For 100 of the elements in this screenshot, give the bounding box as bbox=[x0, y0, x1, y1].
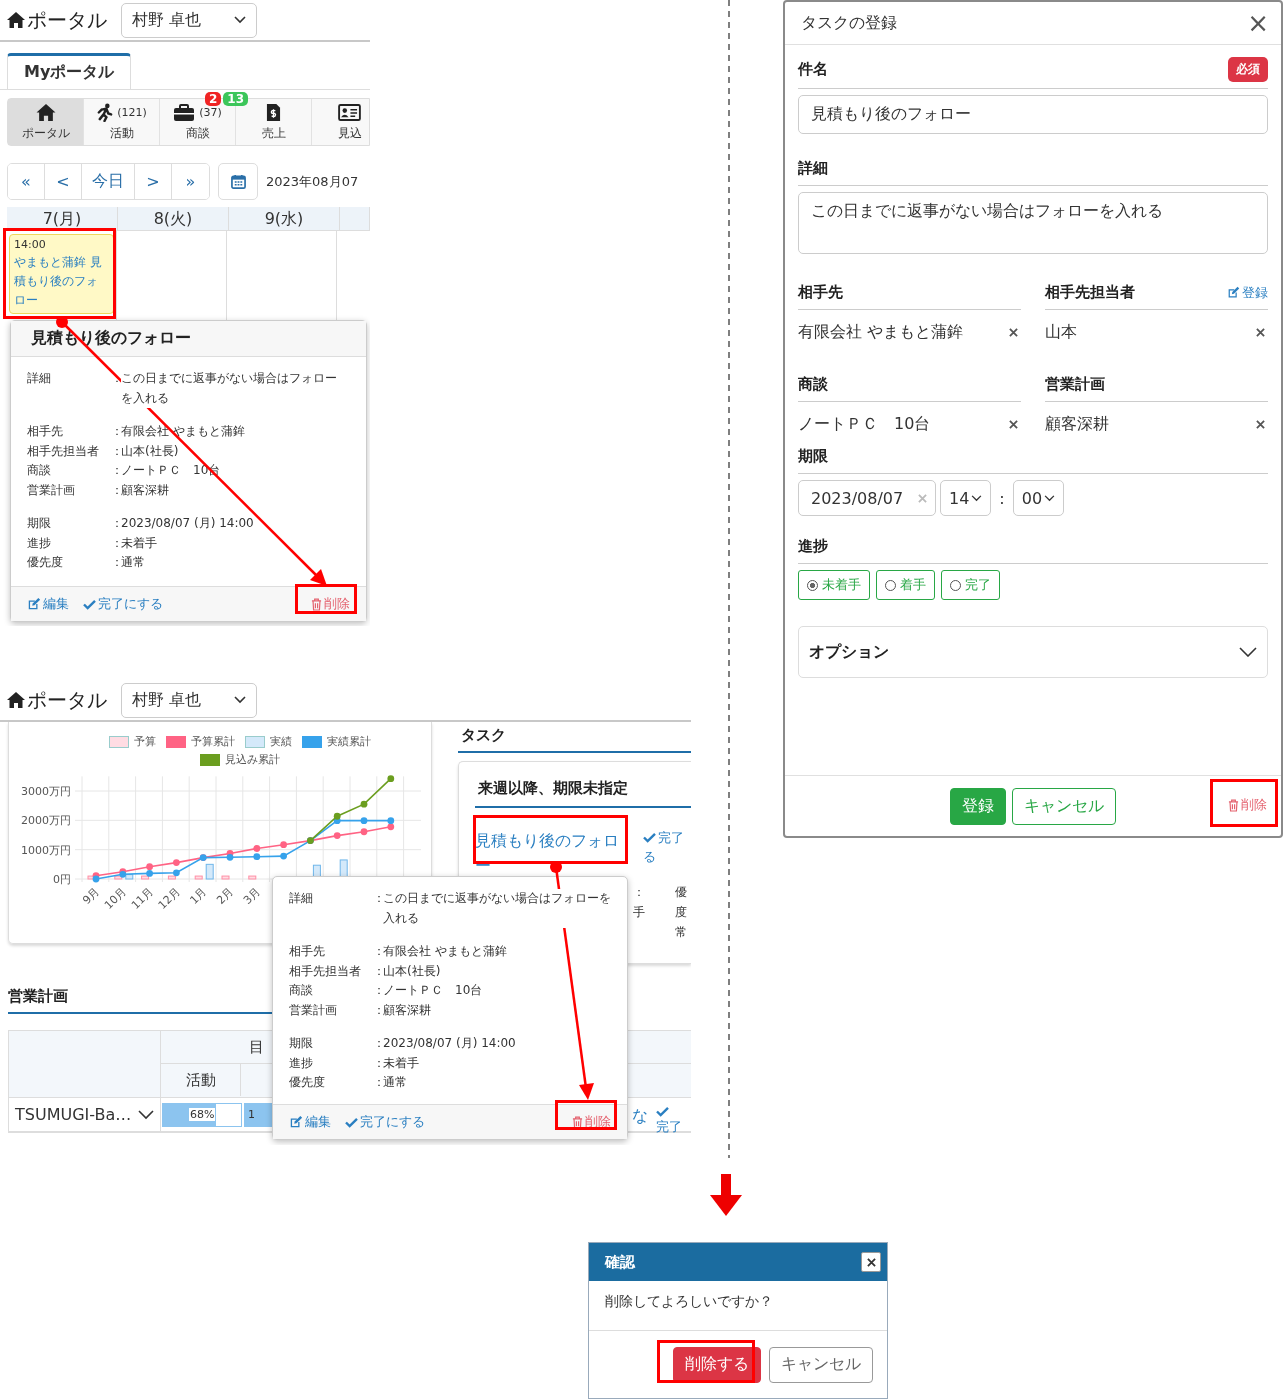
y-axis-label: 1000万円 bbox=[21, 843, 71, 857]
cancel-button[interactable]: キャンセル bbox=[1012, 787, 1116, 825]
module-button[interactable]: (121) 活動 bbox=[84, 99, 160, 145]
user-select[interactable]: 村野 卓也 bbox=[121, 682, 257, 718]
field-label: 相手先 bbox=[798, 283, 843, 302]
legend-label: 予算累計 bbox=[191, 734, 235, 749]
check-icon bbox=[83, 598, 96, 610]
delete-link[interactable]: 削除 bbox=[572, 1113, 611, 1131]
portal-tab[interactable]: Myポータル bbox=[7, 53, 132, 89]
label-separator: ： bbox=[111, 371, 123, 385]
dialog-title: 確認 bbox=[605, 1252, 635, 1272]
complete-link[interactable]: 完了にする bbox=[345, 1113, 425, 1131]
chart-bar bbox=[141, 875, 150, 880]
selected-value: 有限会社 やまもと蒲鉾 bbox=[798, 321, 964, 343]
highlight-frame bbox=[1210, 779, 1278, 827]
module-button[interactable]: 見込 bbox=[312, 99, 370, 145]
calendar-nav-button[interactable]: « bbox=[8, 164, 45, 199]
date-field[interactable]: 2023/08/07 bbox=[798, 480, 936, 516]
label-separator: ： bbox=[373, 983, 385, 997]
legend-label: 予算 bbox=[134, 734, 156, 749]
chart-point bbox=[387, 775, 395, 783]
x-axis-label: 12月 bbox=[155, 884, 183, 912]
section-title: タスク bbox=[461, 726, 506, 744]
detail-label: 相手先担当者 bbox=[289, 962, 362, 980]
detail-value: 未着手 bbox=[383, 1054, 420, 1072]
module-button[interactable]: ポータル bbox=[8, 99, 84, 145]
hour-select[interactable]: 14 bbox=[940, 480, 992, 516]
label-separator: ： bbox=[111, 443, 123, 458]
legend-label: 実績 bbox=[270, 734, 292, 749]
task-field-text: 優 bbox=[675, 884, 687, 901]
y-axis-label: 2000万円 bbox=[21, 814, 71, 828]
progress-option[interactable]: 着手 bbox=[876, 570, 935, 600]
detail-value: 有限会社 やまもと蒲鉾 bbox=[121, 423, 246, 440]
edit-icon bbox=[27, 597, 41, 611]
task-link[interactable]: な bbox=[632, 1106, 648, 1127]
user-select[interactable]: 村野 卓也 bbox=[121, 2, 257, 38]
home-icon bbox=[34, 103, 57, 122]
subject-field[interactable]: 見積もり後のフォロー bbox=[798, 95, 1268, 134]
field-label: 件名 bbox=[798, 60, 828, 79]
down-arrow bbox=[710, 1174, 742, 1216]
close-icon bbox=[1009, 327, 1018, 337]
detail-value: 通常 bbox=[121, 554, 146, 571]
close-icon bbox=[866, 1257, 876, 1267]
detail-value: 顧客深耕 bbox=[121, 481, 170, 499]
edit-link[interactable]: 編集 bbox=[27, 595, 69, 613]
complete-link[interactable]: 完了にする bbox=[83, 595, 163, 613]
chart-bar bbox=[221, 875, 230, 880]
trash-icon bbox=[572, 1115, 583, 1129]
current-date: 2023年08月07 bbox=[266, 172, 359, 191]
detail-value: ノートＰＣ 10台 bbox=[383, 982, 484, 999]
field-label: 商談 bbox=[798, 375, 828, 394]
progress-option[interactable]: 完了 bbox=[941, 570, 1000, 600]
chart-point bbox=[360, 828, 368, 836]
x-axis-label: 3月 bbox=[241, 884, 263, 907]
detail-value: 顧客深耕 bbox=[383, 1001, 432, 1019]
detail-field[interactable]: この日までに返事がない場合はフォローを入れる bbox=[798, 192, 1268, 254]
detail-label: 営業計画 bbox=[289, 1001, 338, 1019]
chart-point bbox=[173, 859, 180, 866]
register-link[interactable]: 登録 bbox=[1227, 283, 1268, 302]
page-title: ポータル bbox=[27, 686, 107, 714]
x-axis-label: 2月 bbox=[214, 884, 237, 907]
detail-label: 相手先 bbox=[289, 943, 326, 960]
options-accordion[interactable]: オプション bbox=[798, 626, 1268, 678]
column-header: 活動 bbox=[161, 1064, 241, 1096]
confirm-message: 削除してよろしいですか？ bbox=[605, 1293, 773, 1309]
close-icon bbox=[1009, 419, 1018, 429]
delete-link[interactable]: 削除 bbox=[311, 595, 350, 613]
id-card-icon bbox=[338, 104, 361, 121]
task-field-text: ： bbox=[633, 884, 645, 901]
close-button[interactable] bbox=[861, 1252, 881, 1272]
cancel-button[interactable]: キャンセル bbox=[769, 1346, 873, 1383]
complete-link[interactable]: 完了 bbox=[656, 1106, 682, 1136]
chart-bar bbox=[167, 875, 176, 880]
chart-point bbox=[280, 852, 287, 860]
label-separator: ： bbox=[373, 963, 385, 978]
check-icon bbox=[345, 1116, 358, 1128]
delete-button[interactable]: 削除する bbox=[673, 1346, 761, 1383]
task-field-text: 度 bbox=[675, 904, 687, 921]
chart-point bbox=[280, 841, 287, 849]
card-title: 来週以降、期限未指定 bbox=[478, 779, 628, 797]
progress-option[interactable]: 未着手 bbox=[798, 570, 870, 600]
date-picker-button[interactable] bbox=[218, 163, 258, 200]
detail-label: 相手先 bbox=[27, 423, 64, 440]
event-title[interactable]: やまもと蒲鉾 見積もり後のフォロー bbox=[14, 253, 109, 310]
home-icon bbox=[6, 11, 26, 29]
minute-select[interactable]: 00 bbox=[1012, 480, 1065, 516]
popover-title: 見積もり後のフォロー bbox=[31, 328, 191, 347]
label-separator: ： bbox=[111, 463, 123, 477]
task-field-text: 手 bbox=[633, 904, 645, 921]
complete-link[interactable]: 完了 る bbox=[643, 828, 684, 878]
detail-label: 進捗 bbox=[27, 534, 52, 552]
chart-bar bbox=[125, 874, 134, 880]
y-axis-label: 0円 bbox=[53, 873, 71, 886]
delete-link[interactable]: 削除 bbox=[1228, 796, 1267, 814]
chart-point bbox=[173, 869, 180, 877]
detail-label: 期限 bbox=[289, 1035, 314, 1052]
edit-icon bbox=[1227, 286, 1240, 299]
calendar-event[interactable]: 14:00 やまもと蒲鉾 見積もり後のフォロー bbox=[9, 234, 114, 314]
close-button[interactable]: × bbox=[1243, 10, 1273, 36]
save-button[interactable]: 登録 bbox=[950, 787, 1006, 825]
